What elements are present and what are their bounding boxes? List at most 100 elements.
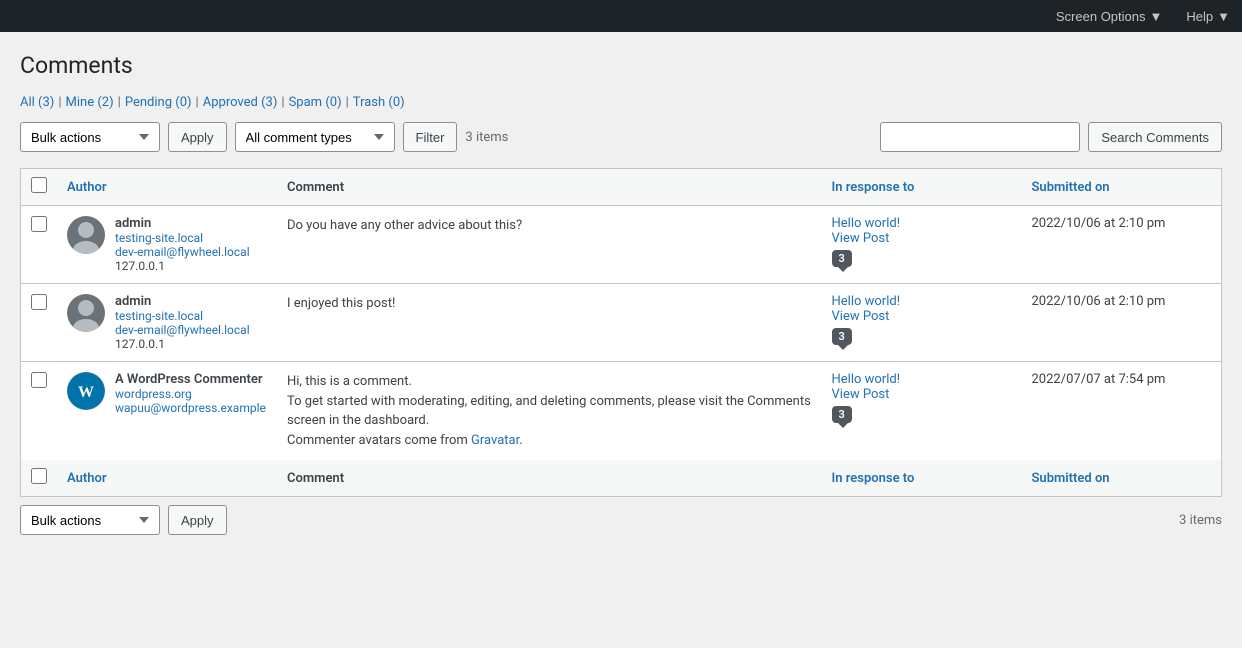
col-submitted-footer[interactable]: Submitted on — [1022, 460, 1222, 497]
filter-button[interactable]: Filter — [403, 122, 458, 152]
col-author-footer[interactable]: Author — [57, 460, 277, 497]
select-all-checkbox[interactable] — [31, 177, 47, 193]
search-input[interactable] — [880, 122, 1080, 152]
table-row: admin testing-site.local dev-email@flywh… — [21, 206, 1222, 284]
response-cell-2: Hello world! View Post 3 — [822, 284, 1022, 362]
comment-cell-1: Do you have any other advice about this? — [277, 206, 822, 284]
response-title-3[interactable]: Hello world! — [832, 372, 1012, 387]
submitted-cell-2: 2022/10/06 at 2:10 pm — [1022, 284, 1222, 362]
filter-approved: Approved (3) — [203, 95, 278, 110]
filter-trash-link[interactable]: Trash (0) — [353, 95, 405, 110]
page-title: Comments — [20, 52, 1222, 79]
author-email-3[interactable]: wapuu@wordpress.example — [115, 401, 266, 415]
view-post-link-1[interactable]: View Post — [832, 231, 1012, 246]
filter-spam: Spam (0) — [289, 95, 342, 110]
top-controls: Bulk actions Apply All comment types Fil… — [20, 122, 1222, 160]
separator-5: | — [346, 95, 349, 110]
author-name-3: A WordPress Commenter — [115, 372, 266, 387]
row-checkbox-2[interactable] — [31, 294, 47, 310]
submitted-date-3: 2022/07/07 at 7:54 pm — [1032, 372, 1166, 387]
col-comment-footer: Comment — [277, 460, 822, 497]
items-count-top: 3 items — [465, 130, 508, 145]
avatar-icon-3: W — [67, 372, 105, 410]
author-info-1: admin testing-site.local dev-email@flywh… — [115, 216, 250, 273]
comment-badge-3: 3 — [832, 406, 852, 423]
view-post-link-2[interactable]: View Post — [832, 309, 1012, 324]
filter-approved-link[interactable]: Approved (3) — [203, 95, 278, 110]
author-site-3[interactable]: wordpress.org — [115, 387, 266, 401]
filter-approved-count: (3) — [261, 95, 277, 110]
col-response-header[interactable]: In response to — [822, 169, 1022, 206]
author-email-1[interactable]: dev-email@flywheel.local — [115, 245, 250, 259]
response-link-3: Hello world! View Post 3 — [832, 372, 1012, 423]
author-cell-3: W A WordPress Commenter wordpress.org wa… — [57, 362, 277, 461]
search-comments-button[interactable]: Search Comments — [1088, 122, 1222, 152]
separator-3: | — [196, 95, 199, 110]
filter-trash-label: Trash — [353, 95, 385, 110]
row-checkbox-3[interactable] — [31, 372, 47, 388]
response-title-1[interactable]: Hello world! — [832, 216, 1012, 231]
response-cell-1: Hello world! View Post 3 — [822, 206, 1022, 284]
comment-cell-2: I enjoyed this post! — [277, 284, 822, 362]
submitted-cell-3: 2022/07/07 at 7:54 pm — [1022, 362, 1222, 461]
col-response-footer[interactable]: In response to — [822, 460, 1022, 497]
author-email-2[interactable]: dev-email@flywheel.local — [115, 323, 250, 337]
filter-trash: Trash (0) — [353, 95, 405, 110]
filter-mine-label: Mine — [66, 95, 95, 110]
author-cell-1: admin testing-site.local dev-email@flywh… — [57, 206, 277, 284]
col-submitted-header[interactable]: Submitted on — [1022, 169, 1222, 206]
page-wrapper: Comments All (3) | Mine (2) | Pending (0… — [0, 32, 1242, 555]
col-author-header[interactable]: Author — [57, 169, 277, 206]
submitted-date-1: 2022/10/06 at 2:10 pm — [1032, 216, 1166, 231]
screen-options-chevron-icon: ▼ — [1150, 9, 1163, 24]
select-all-checkbox-footer[interactable] — [31, 468, 47, 484]
table-footer-row: Author Comment In response to Submitted … — [21, 460, 1222, 497]
filter-mine-link[interactable]: Mine (2) — [66, 95, 114, 110]
filter-all-count: (3) — [38, 95, 54, 110]
author-ip-1: 127.0.0.1 — [115, 259, 250, 273]
author-info-3: A WordPress Commenter wordpress.org wapu… — [115, 372, 266, 415]
avatar-1 — [67, 216, 105, 254]
response-title-2[interactable]: Hello world! — [832, 294, 1012, 309]
screen-options-button[interactable]: Screen Options ▼ — [1044, 0, 1174, 32]
top-bar: Screen Options ▼ Help ▼ — [0, 0, 1242, 32]
comment-type-select[interactable]: All comment types — [235, 122, 395, 152]
filter-pending-link[interactable]: Pending (0) — [125, 95, 192, 110]
row-checkbox-cell-3 — [21, 362, 58, 461]
avatar-3: W — [67, 372, 105, 410]
filter-pending: Pending (0) — [125, 95, 192, 110]
gravatar-link[interactable]: Gravatar — [471, 433, 519, 448]
help-label: Help — [1186, 9, 1213, 24]
comment-text-1: Do you have any other advice about this? — [287, 216, 812, 236]
select-all-header[interactable] — [21, 169, 58, 206]
filter-approved-label: Approved — [203, 95, 258, 110]
bulk-actions-select-bottom[interactable]: Bulk actions — [20, 505, 160, 535]
filter-mine-count: (2) — [97, 95, 113, 110]
avatar-icon-1 — [67, 216, 105, 254]
screen-options-label: Screen Options — [1056, 9, 1146, 24]
comment-text-2: I enjoyed this post! — [287, 294, 812, 314]
filter-all-label: All — [20, 95, 35, 110]
row-checkbox-cell-1 — [21, 206, 58, 284]
apply-button-top[interactable]: Apply — [168, 122, 227, 152]
table-row: W A WordPress Commenter wordpress.org wa… — [21, 362, 1222, 461]
author-site-1[interactable]: testing-site.local — [115, 231, 250, 245]
search-comments-wrapper: Search Comments — [880, 122, 1222, 152]
filter-trash-count: (0) — [388, 95, 404, 110]
comment-cell-3: Hi, this is a comment. To get started wi… — [277, 362, 822, 461]
response-cell-3: Hello world! View Post 3 — [822, 362, 1022, 461]
author-cell-2: admin testing-site.local dev-email@flywh… — [57, 284, 277, 362]
comment-text-3: Hi, this is a comment. To get started wi… — [287, 372, 812, 450]
comments-table: Author Comment In response to Submitted … — [20, 168, 1222, 497]
filter-all-link[interactable]: All (3) — [20, 95, 54, 110]
select-all-footer[interactable] — [21, 460, 58, 497]
filter-spam-link[interactable]: Spam (0) — [289, 95, 342, 110]
view-post-link-3[interactable]: View Post — [832, 387, 1012, 402]
bulk-actions-select-top[interactable]: Bulk actions — [20, 122, 160, 152]
items-count-bottom: 3 items — [1179, 513, 1222, 528]
author-avatar-wrapper-3: W A WordPress Commenter wordpress.org wa… — [67, 372, 267, 415]
author-site-2[interactable]: testing-site.local — [115, 309, 250, 323]
apply-button-bottom[interactable]: Apply — [168, 505, 227, 535]
help-button[interactable]: Help ▼ — [1174, 0, 1242, 32]
row-checkbox-1[interactable] — [31, 216, 47, 232]
